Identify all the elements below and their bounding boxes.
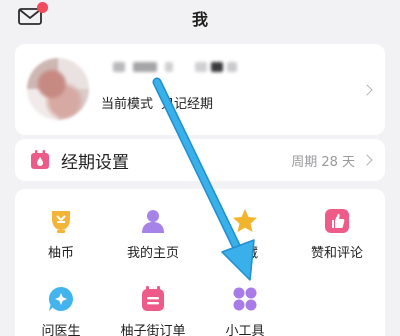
chevron-right-icon[interactable] [361,84,373,96]
tool-label: 柚子街订单 [120,324,186,336]
star-icon [233,209,257,232]
tool-coins[interactable]: 柚币 [15,207,107,261]
tools-grid-icon [233,287,257,311]
tools-grid: 柚币 我的主页 收藏 赞和评论 问医生 柚子街订单 小工具 [15,189,385,336]
blurred-username [211,62,223,72]
tool-label: 我的主页 [126,246,179,261]
tool-ask-doctor[interactable]: 问医生 [15,285,107,336]
current-mode: 当前模式 只记经期 [101,93,221,112]
cycle-length: 周期 28 天 [291,155,355,170]
tool-label: 小工具 [225,324,265,336]
thumbs-up-icon [325,209,349,233]
blurred-username [133,62,157,72]
tool-my-homepage[interactable]: 我的主页 [107,207,199,261]
page-title: 我 [191,10,208,29]
tool-label: 柚币 [47,246,74,261]
profile-card[interactable]: 当前模式 只记经期 [15,44,385,135]
tool-label: 收藏 [231,246,258,261]
chevron-right-icon[interactable] [361,154,373,166]
calendar-drop-icon [31,150,49,169]
blurred-username [227,62,237,72]
tool-label: 问医生 [41,324,81,336]
coin-cup-icon [52,211,70,233]
order-calendar-icon [142,286,164,311]
mode-value: 只记经期 [161,97,214,112]
mode-label: 当前模式 [101,97,154,112]
blurred-username [195,62,207,72]
blurred-username [113,62,125,72]
chat-bubble-icon [48,286,73,311]
top-bar: 我 [0,0,400,36]
avatar[interactable] [27,58,89,120]
person-icon [142,210,164,233]
period-settings-row[interactable]: 经期设置 周期 28 天 [15,139,385,181]
tool-favorites[interactable]: 收藏 [199,207,291,261]
tool-widgets[interactable]: 小工具 [199,285,291,336]
blurred-username [165,62,173,72]
tool-likes-comments[interactable]: 赞和评论 [291,207,383,261]
tool-label: 赞和评论 [310,246,363,261]
tool-orders[interactable]: 柚子街订单 [107,285,199,336]
period-settings-label: 经期设置 [61,153,129,173]
